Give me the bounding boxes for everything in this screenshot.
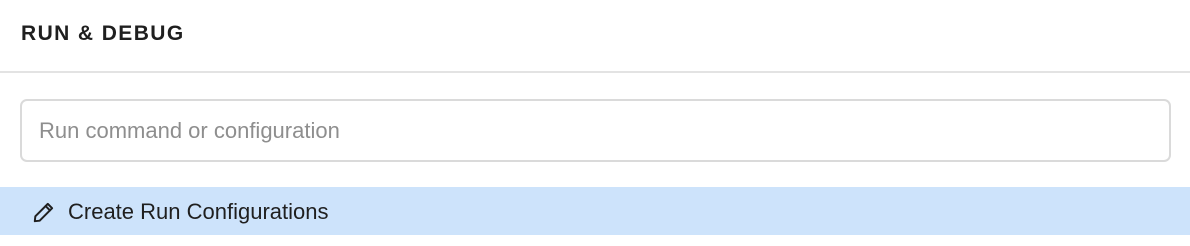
panel-header: RUN & DEBUG [0,0,1190,73]
create-run-configurations-item[interactable]: Create Run Configurations [0,187,1190,235]
result-item-label: Create Run Configurations [68,199,329,224]
panel-title: RUN & DEBUG [21,22,185,45]
search-field[interactable] [20,99,1171,162]
run-command-input[interactable] [22,101,1169,160]
pencil-icon [31,199,57,225]
run-debug-panel: RUN & DEBUG Create Run Configurations [0,0,1190,246]
